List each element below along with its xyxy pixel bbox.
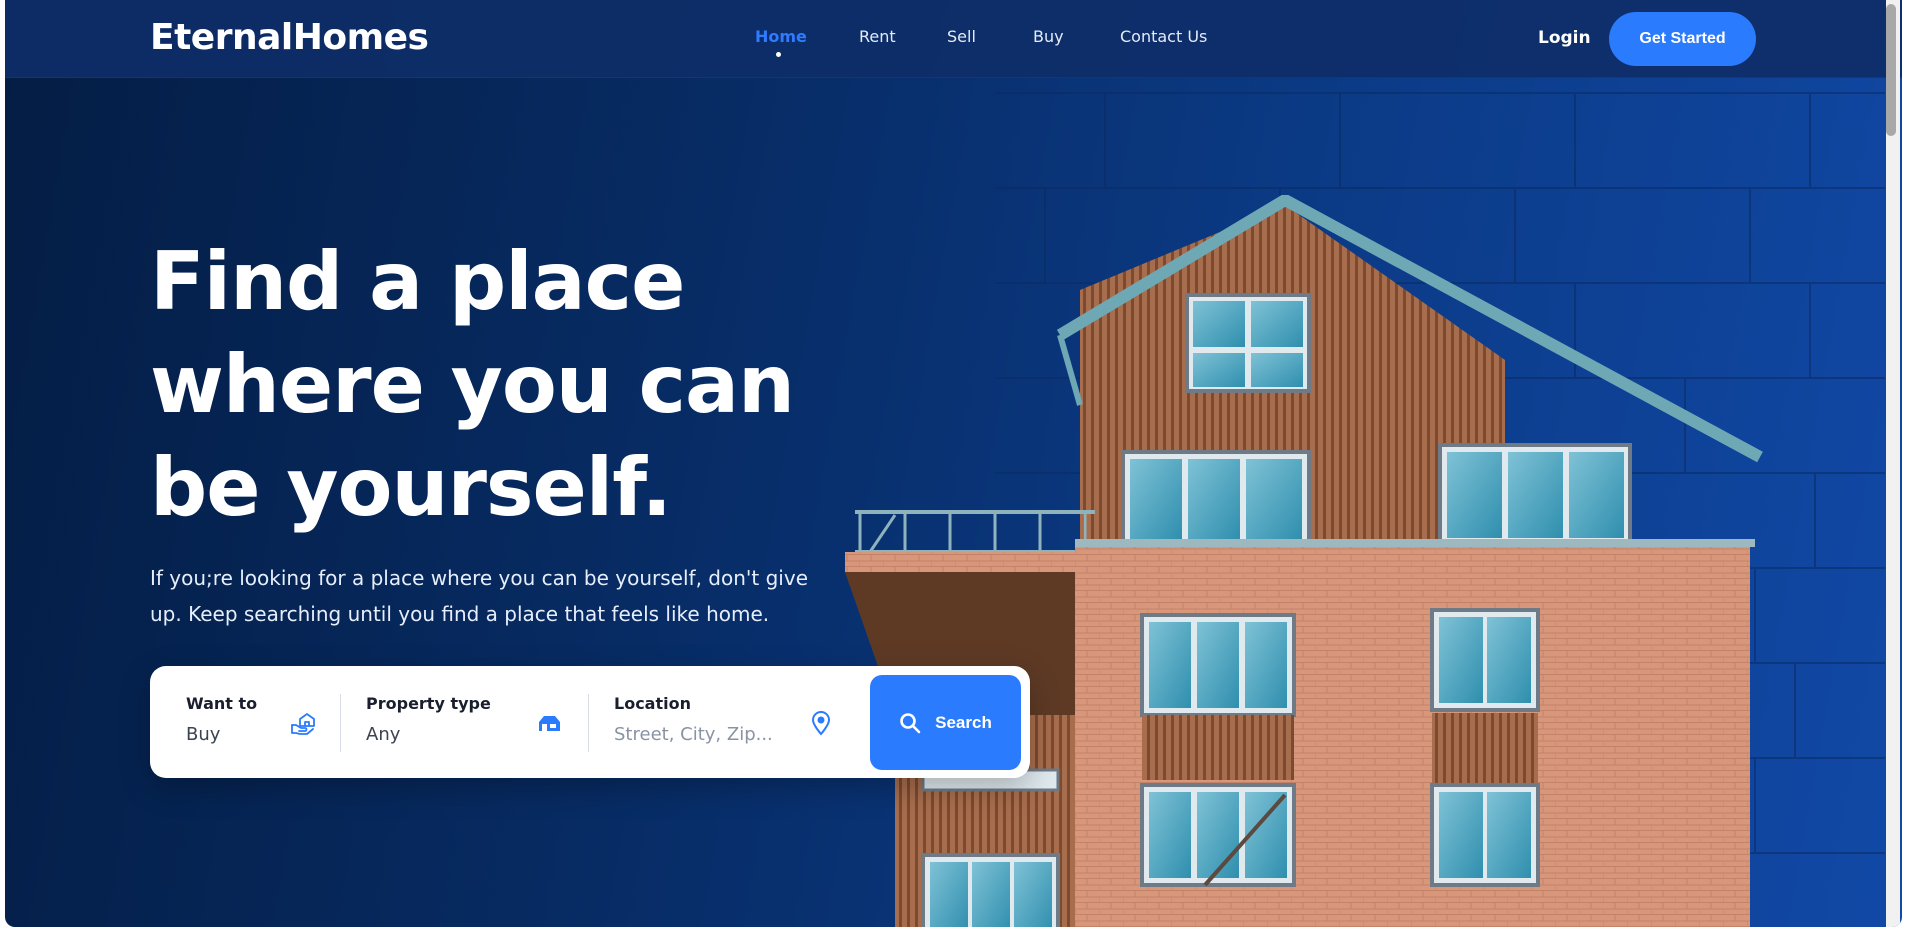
page-viewport: EternalHomes Home Rent Sell Buy Contact …	[5, 0, 1902, 927]
house-icon	[539, 716, 560, 731]
nav-contact-us[interactable]: Contact Us	[1120, 27, 1207, 46]
scrollbar-thumb[interactable]	[1886, 4, 1896, 136]
search-button[interactable]: Search	[870, 675, 1021, 770]
login-link[interactable]: Login	[1538, 28, 1591, 48]
property-search-form: Want to Buy Property type Any Location S…	[150, 666, 1030, 778]
brand-logo[interactable]: EternalHomes	[150, 17, 429, 58]
hero-title-line2: where you can	[150, 338, 795, 431]
hand-house-icon	[291, 713, 315, 735]
nav-buy[interactable]: Buy	[1033, 27, 1064, 46]
nav-home[interactable]: Home	[755, 27, 807, 46]
nav-active-indicator	[776, 52, 781, 57]
page-scrollbar[interactable]	[1886, 0, 1900, 927]
want-to-value[interactable]: Buy	[186, 724, 220, 745]
location-label: Location	[614, 694, 691, 713]
get-started-button[interactable]: Get Started	[1609, 12, 1756, 66]
property-type-select[interactable]: Property type Any	[340, 666, 588, 778]
hero-building-image	[845, 195, 1763, 927]
nav-rent[interactable]: Rent	[859, 27, 896, 46]
search-button-label: Search	[935, 712, 992, 732]
hero-subtitle: If you;re looking for a place where you …	[150, 560, 830, 632]
location-field[interactable]: Location Street, City, Zip...	[588, 666, 858, 778]
search-icon	[900, 712, 921, 733]
hero-title-line3: be yourself.	[150, 441, 672, 534]
property-type-value[interactable]: Any	[366, 724, 400, 745]
hero-subtitle-line1: If you;re looking for a place where you …	[150, 566, 808, 590]
property-type-label: Property type	[366, 694, 491, 713]
nav-sell[interactable]: Sell	[947, 27, 976, 46]
top-navbar: EternalHomes Home Rent Sell Buy Contact …	[5, 0, 1902, 78]
want-to-label: Want to	[186, 694, 258, 713]
want-to-select[interactable]: Want to Buy	[150, 666, 340, 778]
hero-title: Find a place where you can be yourself.	[150, 230, 870, 539]
hero-subtitle-line2: up. Keep searching until you find a plac…	[150, 602, 770, 626]
location-input[interactable]: Street, City, Zip...	[614, 724, 773, 745]
map-pin-icon	[811, 711, 831, 736]
hero-title-line1: Find a place	[150, 235, 685, 328]
